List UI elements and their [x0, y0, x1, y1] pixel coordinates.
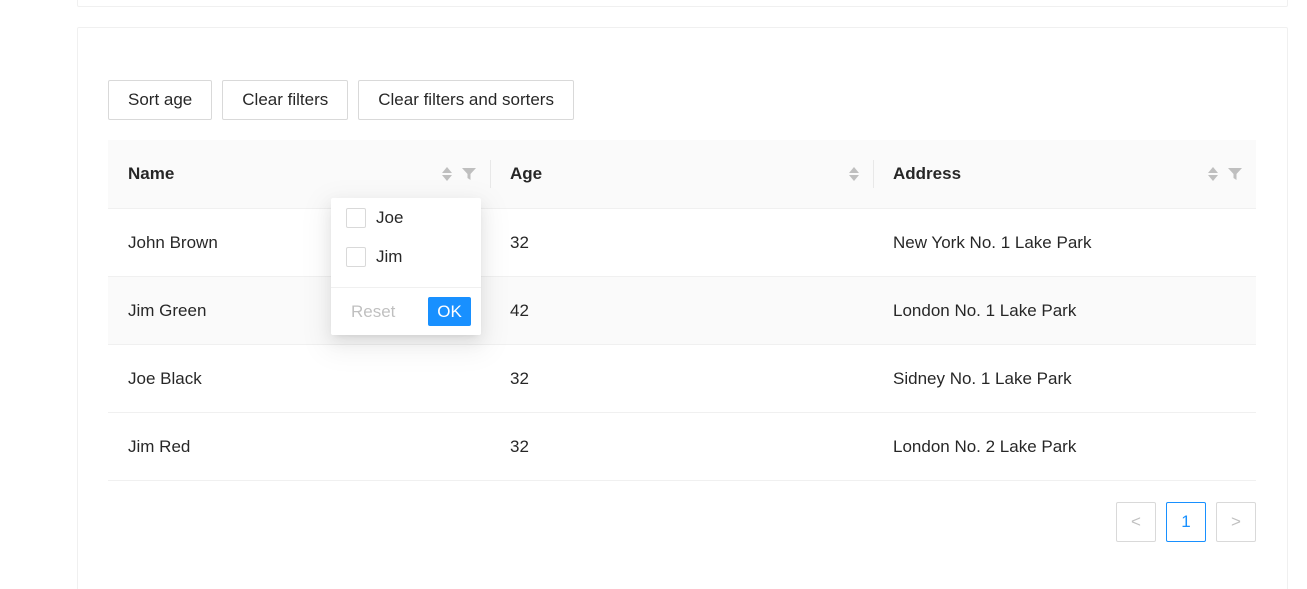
- cell-address: New York No. 1 Lake Park: [893, 232, 1092, 252]
- next-page-button[interactable]: >: [1216, 502, 1256, 542]
- chevron-left-icon: <: [1131, 512, 1141, 531]
- pagination: < 1 >: [1116, 502, 1256, 542]
- chevron-right-icon: >: [1231, 512, 1241, 531]
- sort-descend-icon: [1208, 175, 1218, 181]
- cell-age: 32: [510, 368, 529, 388]
- filter-icon[interactable]: [1228, 167, 1242, 181]
- page-1-button[interactable]: 1: [1166, 502, 1206, 542]
- table-header: Name Age Address: [108, 140, 1256, 209]
- cell-name: Jim Red: [128, 436, 191, 456]
- column-header-address[interactable]: Address: [873, 140, 1256, 208]
- sort-icon[interactable]: [1208, 167, 1218, 181]
- top-card: [77, 0, 1288, 7]
- sort-ascend-icon: [442, 167, 452, 173]
- filter-option-label: Jim: [376, 246, 403, 266]
- table-row: Jim Green 42 London No. 1 Lake Park: [108, 277, 1256, 345]
- sort-icon[interactable]: [442, 167, 452, 181]
- sort-ascend-icon: [1208, 167, 1218, 173]
- cell-address: London No. 1 Lake Park: [893, 300, 1077, 320]
- table-row: John Brown 32 New York No. 1 Lake Park: [108, 209, 1256, 277]
- cell-name: Joe Black: [128, 368, 202, 388]
- cell-address: London No. 2 Lake Park: [893, 436, 1077, 456]
- clear-filters-button[interactable]: Clear filters: [222, 80, 349, 120]
- column-header-label: Age: [510, 164, 543, 183]
- filter-option-jim[interactable]: Jim: [331, 237, 481, 276]
- table-row: Jim Red 32 London No. 2 Lake Park: [108, 413, 1256, 481]
- column-header-label: Address: [893, 164, 962, 183]
- reset-button[interactable]: Reset: [351, 302, 395, 322]
- table-row: Joe Black 32 Sidney No. 1 Lake Park: [108, 345, 1256, 413]
- data-table: Name Age Address John Brown 32 New York …: [108, 140, 1256, 481]
- sort-descend-icon: [849, 175, 859, 181]
- page-number: 1: [1181, 512, 1191, 531]
- sort-descend-icon: [442, 175, 452, 181]
- cell-age: 42: [510, 300, 529, 320]
- sort-age-button[interactable]: Sort age: [108, 80, 213, 120]
- checkbox[interactable]: [346, 207, 366, 228]
- checkbox[interactable]: [346, 246, 366, 267]
- column-header-icons: [849, 140, 859, 208]
- prev-page-button[interactable]: <: [1116, 502, 1156, 542]
- column-header-label: Name: [128, 164, 175, 183]
- clear-filters-sorters-button[interactable]: Clear filters and sorters: [358, 80, 574, 120]
- cell-age: 32: [510, 436, 529, 456]
- column-divider: [490, 160, 491, 188]
- column-header-icons: [1208, 140, 1242, 208]
- filter-option-label: Joe: [376, 207, 404, 227]
- filter-icon[interactable]: [462, 167, 476, 181]
- filter-dropdown-footer: Reset OK: [331, 287, 481, 335]
- filter-option-joe[interactable]: Joe: [331, 198, 481, 237]
- cell-address: Sidney No. 1 Lake Park: [893, 368, 1072, 388]
- filter-dropdown: Joe Jim Reset OK: [331, 198, 481, 335]
- column-header-age[interactable]: Age: [490, 140, 873, 208]
- toolbar: Sort age Clear filters Clear filters and…: [108, 80, 574, 120]
- sort-icon[interactable]: [849, 167, 859, 181]
- cell-age: 32: [510, 232, 529, 252]
- column-divider: [873, 160, 874, 188]
- sort-ascend-icon: [849, 167, 859, 173]
- ok-button[interactable]: OK: [428, 297, 471, 326]
